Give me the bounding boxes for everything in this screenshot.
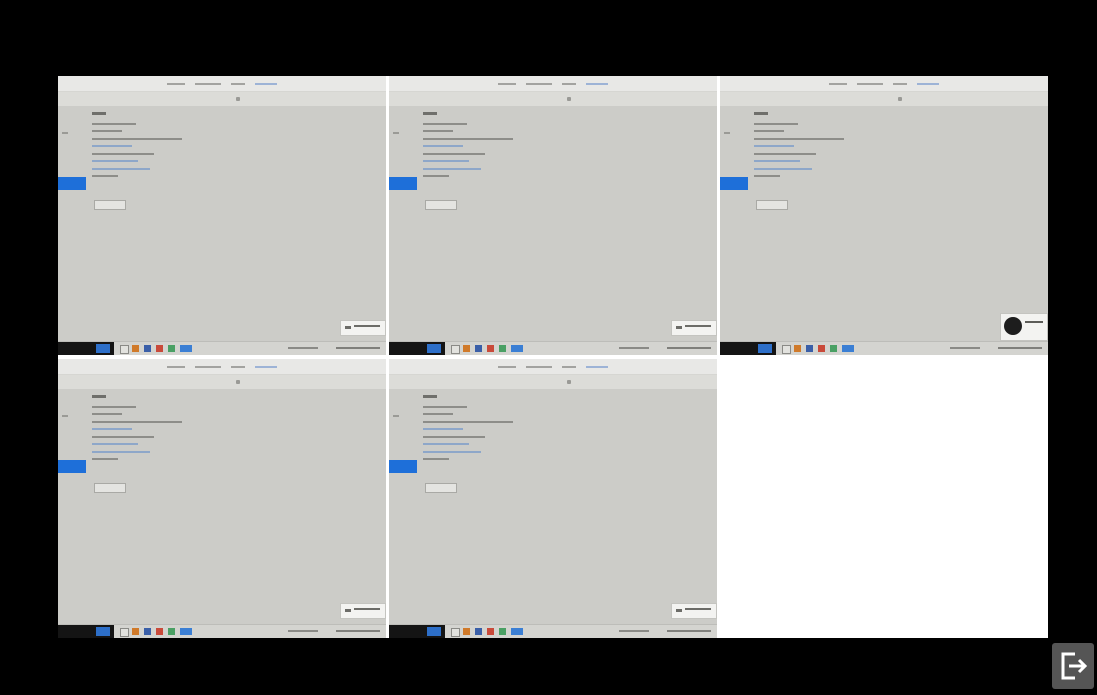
empty-tile bbox=[720, 359, 1048, 638]
notification-toast[interactable] bbox=[671, 320, 717, 336]
app-icon[interactable] bbox=[156, 628, 163, 635]
app-icon[interactable] bbox=[132, 345, 139, 352]
tray-clock bbox=[667, 347, 711, 349]
page-action-button[interactable] bbox=[94, 200, 126, 210]
app-icon[interactable] bbox=[463, 345, 470, 352]
app-icon[interactable] bbox=[144, 628, 151, 635]
sidebar-marker bbox=[62, 415, 68, 417]
page-content bbox=[423, 112, 513, 182]
app-icon[interactable] bbox=[499, 345, 506, 352]
app-icon[interactable] bbox=[794, 345, 801, 352]
address-bar bbox=[720, 92, 1048, 106]
notification-toast[interactable] bbox=[340, 320, 386, 336]
sidebar-button[interactable] bbox=[720, 177, 748, 190]
window-icon[interactable] bbox=[120, 345, 129, 354]
sidebar-marker bbox=[724, 132, 730, 134]
browser-tab-bar bbox=[720, 76, 1048, 92]
window-icon[interactable] bbox=[451, 628, 460, 637]
app-icon[interactable] bbox=[168, 628, 175, 635]
app-icon[interactable] bbox=[842, 345, 854, 352]
page-content bbox=[423, 395, 513, 465]
app-icon[interactable] bbox=[144, 345, 151, 352]
page-action-button[interactable] bbox=[94, 483, 126, 493]
tray-status bbox=[619, 630, 649, 632]
app-icon[interactable] bbox=[806, 345, 813, 352]
sidebar-marker bbox=[393, 415, 399, 417]
tray-status bbox=[288, 630, 318, 632]
taskbar-active-app[interactable] bbox=[96, 344, 110, 353]
address-bar bbox=[389, 92, 717, 106]
taskbar bbox=[389, 624, 717, 638]
browser-tab-bar bbox=[58, 359, 386, 375]
sidebar-button[interactable] bbox=[58, 460, 86, 473]
browser-tab-bar bbox=[389, 76, 717, 92]
sidebar-marker bbox=[62, 132, 68, 134]
notification-toast[interactable] bbox=[671, 603, 717, 619]
taskbar-active-app[interactable] bbox=[96, 627, 110, 636]
avatar bbox=[1004, 317, 1022, 335]
screen-tile[interactable] bbox=[58, 76, 386, 355]
notification-toast[interactable] bbox=[340, 603, 386, 619]
taskbar-active-app[interactable] bbox=[427, 627, 441, 636]
window-icon[interactable] bbox=[120, 628, 129, 637]
address-bar bbox=[389, 375, 717, 389]
taskbar bbox=[389, 341, 717, 355]
app-icon[interactable] bbox=[156, 345, 163, 352]
notification-toast[interactable] bbox=[1000, 313, 1048, 341]
taskbar bbox=[720, 341, 1048, 355]
app-icon[interactable] bbox=[499, 628, 506, 635]
page-content bbox=[754, 112, 844, 182]
app-icon[interactable] bbox=[487, 628, 494, 635]
screen-grid bbox=[58, 76, 1048, 638]
page-content bbox=[92, 395, 182, 465]
app-icon[interactable] bbox=[168, 345, 175, 352]
address-bar bbox=[58, 92, 386, 106]
app-icon[interactable] bbox=[180, 345, 192, 352]
page-action-button[interactable] bbox=[756, 200, 788, 210]
app-icon[interactable] bbox=[511, 628, 523, 635]
app-icon[interactable] bbox=[487, 345, 494, 352]
app-icon[interactable] bbox=[475, 628, 482, 635]
screen-tile[interactable] bbox=[58, 359, 386, 638]
screen-tile[interactable] bbox=[389, 359, 717, 638]
tray-status bbox=[950, 347, 980, 349]
tray-clock bbox=[336, 630, 380, 632]
app-icon[interactable] bbox=[463, 628, 470, 635]
tray-status bbox=[619, 347, 649, 349]
tray-clock bbox=[998, 347, 1042, 349]
screen-tile[interactable] bbox=[720, 76, 1048, 355]
screen-tile[interactable] bbox=[389, 76, 717, 355]
sidebar-button[interactable] bbox=[389, 460, 417, 473]
exit-button[interactable] bbox=[1052, 643, 1094, 689]
app-icon[interactable] bbox=[511, 345, 523, 352]
window-icon[interactable] bbox=[451, 345, 460, 354]
app-icon[interactable] bbox=[818, 345, 825, 352]
address-bar bbox=[58, 375, 386, 389]
browser-tab-bar bbox=[58, 76, 386, 92]
page-action-button[interactable] bbox=[425, 200, 457, 210]
app-icon[interactable] bbox=[830, 345, 837, 352]
tray-status bbox=[288, 347, 318, 349]
tray-clock bbox=[667, 630, 711, 632]
sidebar-marker bbox=[393, 132, 399, 134]
window-icon[interactable] bbox=[782, 345, 791, 354]
page-content bbox=[92, 112, 182, 182]
sidebar-button[interactable] bbox=[389, 177, 417, 190]
app-icon[interactable] bbox=[180, 628, 192, 635]
taskbar-active-app[interactable] bbox=[758, 344, 772, 353]
taskbar bbox=[58, 341, 386, 355]
page-action-button[interactable] bbox=[425, 483, 457, 493]
app-icon[interactable] bbox=[475, 345, 482, 352]
taskbar bbox=[58, 624, 386, 638]
sidebar-button[interactable] bbox=[58, 177, 86, 190]
browser-tab-bar bbox=[389, 359, 717, 375]
exit-icon bbox=[1061, 652, 1087, 680]
tray-clock bbox=[336, 347, 380, 349]
taskbar-active-app[interactable] bbox=[427, 344, 441, 353]
app-icon[interactable] bbox=[132, 628, 139, 635]
